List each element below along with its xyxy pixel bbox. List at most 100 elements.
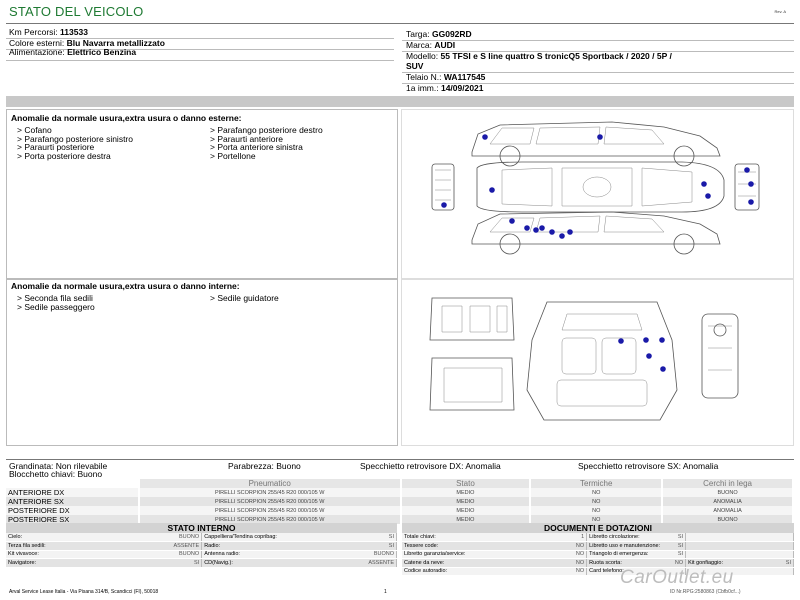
exterior-car-diagram bbox=[401, 109, 794, 279]
revision-label: Rev. A bbox=[774, 9, 787, 14]
grid-value: NO bbox=[496, 550, 588, 559]
table-row: ANTERIORE SX PIRELLI SCORPION 255/45 R20… bbox=[6, 497, 794, 506]
grid-label: Ruota scorta: bbox=[586, 558, 667, 568]
tyre-stato: MEDIO bbox=[400, 506, 532, 515]
tyre-termiche: NO bbox=[530, 497, 664, 506]
table-row: POSTERIORE DX PIRELLI SCORPION 255/45 R2… bbox=[6, 506, 794, 515]
tyre-position: POSTERIORE DX bbox=[6, 506, 140, 515]
grid-label: Cielo: bbox=[6, 533, 94, 542]
tyre-termiche: NO bbox=[530, 506, 664, 515]
grid-label: Radio: bbox=[201, 541, 302, 551]
grid-value: NO bbox=[496, 558, 588, 568]
tyre-stato: MEDIO bbox=[400, 488, 532, 497]
grid-label: Kit gonfiaggio: bbox=[685, 558, 766, 568]
external-damage-item: > Porta posteriore destra bbox=[17, 150, 111, 161]
header-divider bbox=[6, 23, 794, 24]
grid-label: Tessere code: bbox=[402, 541, 497, 551]
specchietto-dx: Specchietto retrovisore DX: Anomalia bbox=[360, 461, 501, 471]
header-stato: Stato bbox=[400, 479, 532, 488]
table-row: Codice autoradio: NO Card telefono: bbox=[402, 567, 794, 576]
footer-id: ID Nr.RPG:2580863 (Cbfb0cf...) bbox=[670, 589, 741, 595]
grid-value: SI bbox=[301, 533, 397, 542]
internal-damage-title: Anomalie da normale usura,extra usura o … bbox=[11, 281, 240, 291]
grid-label bbox=[685, 533, 766, 542]
exterior-car-diagram-svg bbox=[431, 121, 760, 255]
interior-car-diagram-svg bbox=[429, 297, 739, 421]
grid-value: SI bbox=[666, 541, 687, 551]
watermark-logo: CarOutlet.eu bbox=[620, 567, 734, 588]
table-row: Totale chiavi: 1 Libretto circolazione: … bbox=[402, 533, 794, 542]
documenti-box: DOCUMENTI E DOTAZIONI Totale chiavi: 1 L… bbox=[402, 523, 794, 576]
grid-label: Totale chiavi: bbox=[402, 533, 497, 542]
grid-label: Libretto garanzia/service: bbox=[402, 550, 497, 559]
footer-company: Arval Service Lease Italia - Via Pisana … bbox=[9, 589, 159, 595]
prima-immatricolazione: 1a imm.: 14/09/2021 bbox=[406, 83, 484, 93]
grid-value: 1 bbox=[496, 533, 588, 542]
parabrezza: Parabrezza: Buono bbox=[228, 461, 301, 471]
tyre-model: PIRELLI SCORPION 255/45 R20 000/105 W bbox=[138, 488, 402, 497]
grid-value bbox=[765, 533, 794, 542]
grid-value: SI bbox=[666, 533, 687, 542]
targa: Targa: GG092RD bbox=[406, 29, 472, 39]
grid-value: SI bbox=[301, 541, 397, 551]
table-row: Terza fila sedili: ASSENTE Radio: SI bbox=[6, 541, 397, 551]
tyre-position: ANTERIORE SX bbox=[6, 497, 140, 506]
stato-interno-box: STATO INTERNO Cielo: BUONO Cappelliera/T… bbox=[6, 523, 397, 568]
blocchetto-chiavi: Blocchetto chiavi: Buono bbox=[9, 469, 103, 479]
grid-value: NO bbox=[666, 558, 687, 568]
grid-value: ASSENTE bbox=[301, 558, 397, 568]
stato-interno-table: Cielo: BUONO Cappelliera/Tendina copriba… bbox=[6, 533, 397, 568]
grid-label: Cappelliera/Tendina copribag: bbox=[201, 533, 302, 542]
header-termiche: Termiche bbox=[530, 479, 664, 488]
grid-label: Kit vivavoce: bbox=[6, 550, 94, 559]
page-title: STATO DEL VEICOLO bbox=[9, 4, 144, 19]
documenti-title: DOCUMENTI E DOTAZIONI bbox=[402, 523, 794, 533]
tyre-termiche: NO bbox=[530, 488, 664, 497]
external-damage-col2: > Parafango posteriore destro > Paraurti… bbox=[210, 126, 323, 160]
external-damage-item: > Portellone bbox=[210, 150, 256, 161]
grid-label: CD(Navig.): bbox=[201, 558, 302, 568]
section-divider-bar bbox=[6, 96, 794, 107]
table-row: Catene da neve: NO Ruota scorta: NO Kit … bbox=[402, 558, 794, 568]
marca: Marca: AUDI bbox=[406, 40, 456, 50]
grid-label: Codice autoradio: bbox=[402, 567, 497, 576]
table-row: ANTERIORE DX PIRELLI SCORPION 255/45 R20… bbox=[6, 488, 794, 497]
modello-line2: SUV bbox=[406, 61, 424, 71]
stato-interno-title: STATO INTERNO bbox=[6, 523, 397, 533]
grid-label: Antenna radio: bbox=[201, 550, 302, 559]
header-cerchi: Cerchi in lega bbox=[662, 479, 794, 488]
grid-label: Libretto uso e manutenzione: bbox=[586, 541, 667, 551]
tyre-model: PIRELLI SCORPION 255/45 R20 000/105 W bbox=[138, 506, 402, 515]
tyre-model: PIRELLI SCORPION 255/45 R20 000/105 W bbox=[138, 497, 402, 506]
table-row: Libretto garanzia/service: NO Triangolo … bbox=[402, 550, 794, 559]
external-damage-title: Anomalie da normale usura,extra usura o … bbox=[11, 113, 242, 123]
internal-damage-col2: > Sedile guidatore bbox=[210, 294, 279, 303]
footer-page-number: 1 bbox=[384, 589, 387, 595]
grid-value: SI bbox=[93, 558, 203, 568]
grid-label bbox=[685, 550, 766, 559]
table-row: Tessere code: NO Libretto uso e manutenz… bbox=[402, 541, 794, 551]
documenti-table: Totale chiavi: 1 Libretto circolazione: … bbox=[402, 533, 794, 576]
info-divider bbox=[6, 459, 794, 460]
header-pneumatico: Pneumatico bbox=[138, 479, 402, 488]
grid-value: BUONO bbox=[301, 550, 397, 559]
grid-label bbox=[685, 541, 766, 551]
external-damage-panel: Anomalie da normale usura,extra usura o … bbox=[6, 109, 398, 279]
grid-label: Navigatore: bbox=[6, 558, 94, 568]
grid-value: NO bbox=[496, 567, 588, 576]
alimentazione: Alimentazione: Elettrico Benzina bbox=[9, 47, 137, 57]
km-percorsi: Km Percorsi: 113533 bbox=[9, 27, 88, 37]
grid-value: ASSENTE bbox=[93, 541, 203, 551]
internal-damage-item: > Sedile guidatore bbox=[210, 293, 279, 303]
grid-value bbox=[765, 567, 794, 576]
grid-label: Terza fila sedili: bbox=[6, 541, 94, 551]
internal-damage-item: > Sedile passeggero bbox=[17, 301, 95, 312]
internal-damage-panel: Anomalie da normale usura,extra usura o … bbox=[6, 279, 398, 446]
table-row: Kit vivavoce: BUONO Antenna radio: BUONO bbox=[6, 550, 397, 559]
tyres-table: Pneumatico Stato Termiche Cerchi in lega… bbox=[6, 479, 794, 524]
grid-value: NO bbox=[496, 541, 588, 551]
tyre-cerchi: ANOMALIA bbox=[662, 497, 794, 506]
grid-label: Catene da neve: bbox=[402, 558, 497, 568]
modello: Modello: 55 TFSI e S line quattro S tron… bbox=[406, 51, 672, 61]
telaio: Telaio N.: WA117545 bbox=[406, 72, 486, 82]
